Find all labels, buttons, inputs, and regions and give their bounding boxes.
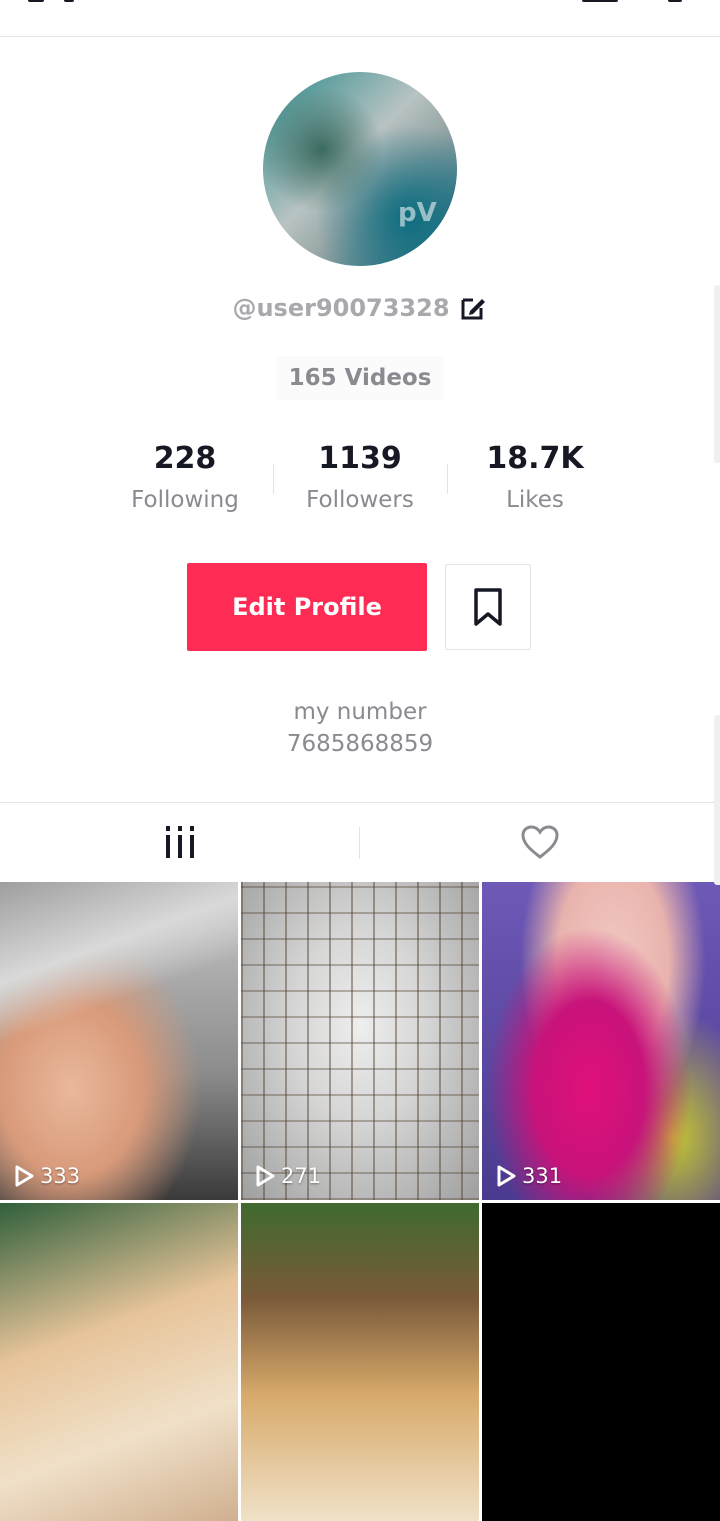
video-thumbnail[interactable] [241, 1203, 479, 1521]
bio-line: 7685868859 [286, 731, 434, 757]
view-count-text: 331 [522, 1164, 563, 1188]
top-bar-icon-fragment[interactable] [668, 0, 682, 2]
bio-line: my number [293, 699, 427, 725]
video-thumbnail[interactable]: 331 [482, 882, 720, 1200]
view-count-text: 271 [281, 1164, 322, 1188]
bookmark-button[interactable] [445, 564, 531, 650]
stat-label: Likes [506, 487, 564, 513]
bookmark-icon [474, 588, 502, 626]
video-thumbnail[interactable] [0, 1203, 238, 1521]
tab-videos[interactable] [0, 803, 360, 881]
stat-following[interactable]: 228 Following [98, 438, 272, 520]
tab-liked[interactable] [360, 803, 720, 881]
video-thumbnail[interactable] [482, 1203, 720, 1521]
top-bar-fragment [64, 0, 74, 2]
top-bar-fragment [28, 0, 44, 2]
view-count-text: 333 [40, 1164, 81, 1188]
play-icon [497, 1165, 516, 1187]
stat-value: 1139 [318, 441, 402, 476]
stat-value: 18.7K [486, 441, 584, 476]
video-thumbnail[interactable]: 333 [0, 882, 238, 1200]
scroll-indicator[interactable] [714, 715, 720, 885]
stat-label: Following [131, 487, 239, 513]
heart-icon [521, 825, 559, 859]
bio: my number 7685868859 [0, 696, 720, 760]
play-icon [256, 1165, 275, 1187]
edit-icon[interactable] [458, 293, 488, 323]
profile-tabs [0, 802, 720, 881]
video-thumbnail[interactable]: 271 [241, 882, 479, 1200]
stat-value: 228 [153, 441, 217, 476]
profile-stats: 228 Following 1139 Followers 18.7K Likes [98, 438, 622, 528]
username: @user90073328 [232, 294, 450, 322]
edit-profile-button[interactable]: Edit Profile [187, 563, 427, 651]
view-count: 271 [255, 1164, 321, 1188]
avatar-watermark: pV [398, 198, 437, 228]
scroll-indicator[interactable] [714, 285, 720, 463]
stat-followers[interactable]: 1139 Followers [273, 438, 447, 520]
view-count: 333 [14, 1164, 80, 1188]
play-icon [15, 1165, 34, 1187]
stat-label: Followers [306, 487, 414, 513]
view-count: 331 [496, 1164, 562, 1188]
top-bar-icon-fragment[interactable] [582, 0, 618, 2]
top-bar [0, 0, 720, 37]
grid-icon [166, 826, 194, 858]
stat-likes[interactable]: 18.7K Likes [448, 438, 622, 520]
videos-count[interactable]: 165 Videos [276, 356, 444, 400]
profile-avatar[interactable]: pV [263, 72, 457, 266]
username-row: @user90073328 [0, 288, 720, 328]
